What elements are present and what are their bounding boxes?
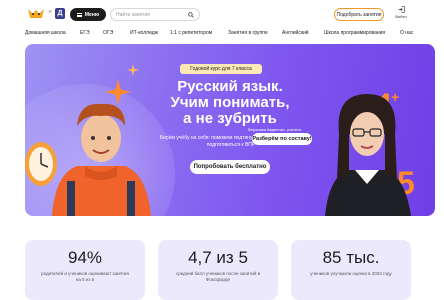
nav-item-oge[interactable]: ОГЭ bbox=[103, 30, 113, 36]
partner-logo: Д bbox=[55, 8, 65, 19]
search-box bbox=[110, 8, 200, 21]
stat-label: средний балл учеников после занятий в Фо… bbox=[175, 271, 261, 282]
foxford-logo[interactable] bbox=[27, 8, 45, 19]
course-badge: Годовой курс для 7 класса bbox=[180, 64, 262, 74]
teacher-name: Вероника Авдеенко, учитель bbox=[248, 127, 302, 132]
student-photo bbox=[52, 103, 151, 216]
stat-value: 4,7 из 5 bbox=[188, 248, 248, 267]
small-star-icon bbox=[127, 64, 139, 76]
stat-card: 94% родителей и учеников оценивают занят… bbox=[25, 240, 145, 300]
pick-classes-button[interactable]: Подобрать занятия bbox=[334, 8, 384, 21]
login-label: Войти bbox=[395, 14, 407, 19]
search-icon[interactable] bbox=[188, 12, 194, 18]
stats-section: 94% родителей и учеников оценивают занят… bbox=[25, 240, 435, 300]
stat-card: 85 тыс. учеников улучшили оценки в 2023 … bbox=[291, 240, 411, 300]
nav-item-programming[interactable]: Школа программирования bbox=[324, 30, 385, 36]
menu-button[interactable]: Меню bbox=[70, 8, 106, 21]
hero-title: Русский язык. Учим понимать, а не зубрит… bbox=[170, 78, 290, 127]
nav-item-ege[interactable]: ЕГЭ bbox=[80, 30, 90, 36]
stat-label: учеников улучшили оценки в 2023 году bbox=[310, 271, 392, 276]
nav-item-tutor[interactable]: 1:1 с репетитором bbox=[170, 30, 212, 36]
nav-item-it-college[interactable]: ИТ-колледж bbox=[130, 30, 158, 36]
login-icon bbox=[398, 6, 405, 13]
nav-item-home-school[interactable]: Домашняя школа bbox=[25, 30, 66, 36]
stat-value: 94% bbox=[67, 248, 103, 267]
menu-button-label: Меню bbox=[84, 11, 100, 18]
nav-item-english[interactable]: Английский bbox=[282, 30, 309, 36]
burger-icon bbox=[76, 12, 82, 17]
nav-item-about[interactable]: О нас bbox=[400, 30, 413, 36]
logo-separator: × bbox=[48, 9, 53, 16]
hero-banner: 4 + 5 Годовой курс для 7 класса Русский … bbox=[25, 44, 435, 216]
search-input[interactable] bbox=[116, 11, 188, 18]
login-button[interactable]: Войти bbox=[394, 6, 408, 22]
speech-bubble: Разберём по составу! bbox=[252, 133, 312, 145]
nav-item-group[interactable]: Занятия в группе bbox=[228, 30, 268, 36]
stat-value: 85 тыс. bbox=[322, 248, 380, 267]
svg-text:+: + bbox=[391, 89, 399, 105]
stat-label: родителей и учеников оценивают занятия н… bbox=[41, 271, 129, 282]
try-free-button[interactable]: Попробовать бесплатно bbox=[190, 160, 270, 174]
teacher-photo: 4 + 5 bbox=[325, 88, 415, 216]
stat-card: 4,7 из 5 средний балл учеников после зан… bbox=[158, 240, 278, 300]
